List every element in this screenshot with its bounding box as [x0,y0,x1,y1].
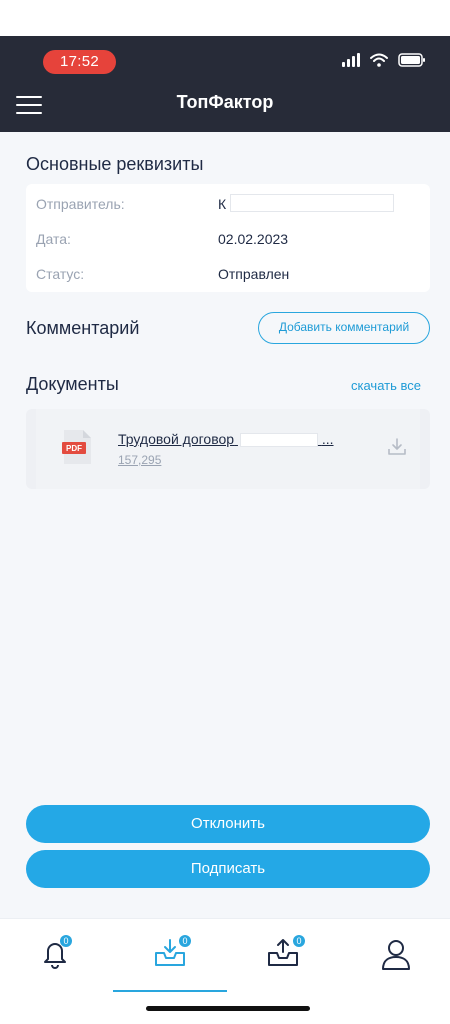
document-size: 157,295 [118,453,162,467]
requisites-title: Основные реквизиты [26,154,204,174]
tab-notifications[interactable]: 0 [0,919,112,993]
app-title: ТопФактор [176,92,274,112]
status-value: Отправлен [218,266,290,282]
sender-redaction [230,194,394,212]
requisites-card: Отправитель: К Дата: 02.02.2023 Статус: … [26,184,430,292]
svg-text:PDF: PDF [66,444,82,453]
notifications-badge: 0 [60,935,72,947]
tab-profile[interactable] [339,919,450,993]
date-value: 02.02.2023 [218,231,289,247]
user-icon [382,940,410,970]
home-area [0,992,450,1024]
document-name-link[interactable]: Трудовой договор ... [118,431,334,448]
wifi-icon [370,53,388,67]
status-icons [342,53,426,67]
bottom-tabbar: 0 0 0 [0,918,450,993]
sender-value: К [218,196,227,212]
download-icon[interactable] [387,437,407,462]
status-time: 17:52 [43,50,116,74]
download-all-link[interactable]: скачать все [351,378,421,393]
reject-button[interactable]: Отклонить [26,805,430,843]
add-comment-button[interactable]: Добавить комментарий [258,312,430,344]
date-label: Дата: [36,231,71,247]
document-item[interactable]: PDF Трудовой договор ... 157,295 [26,409,430,489]
pdf-file-icon: PDF [62,429,92,465]
app-header: 17:52 ТопФактор [0,36,450,132]
tab-inbox[interactable]: 0 [113,919,225,993]
battery-icon [398,53,426,67]
signal-icon [342,53,360,67]
status-label: Статус: [36,266,85,282]
sender-label: Отправитель: [36,196,125,212]
documents-title: Документы [26,374,119,394]
comment-title: Комментарий [26,318,140,338]
outbox-badge: 0 [293,935,305,947]
main-content: Основные реквизиты Отправитель: К Дата: … [0,132,450,918]
top-strip [0,0,450,36]
tab-outbox[interactable]: 0 [226,919,338,993]
document-name-redaction [239,433,318,448]
sign-button[interactable]: Подписать [26,850,430,888]
inbox-badge: 0 [179,935,191,947]
document-item-inner: PDF Трудовой договор ... 157,295 [36,409,420,489]
home-indicator [146,1006,310,1011]
